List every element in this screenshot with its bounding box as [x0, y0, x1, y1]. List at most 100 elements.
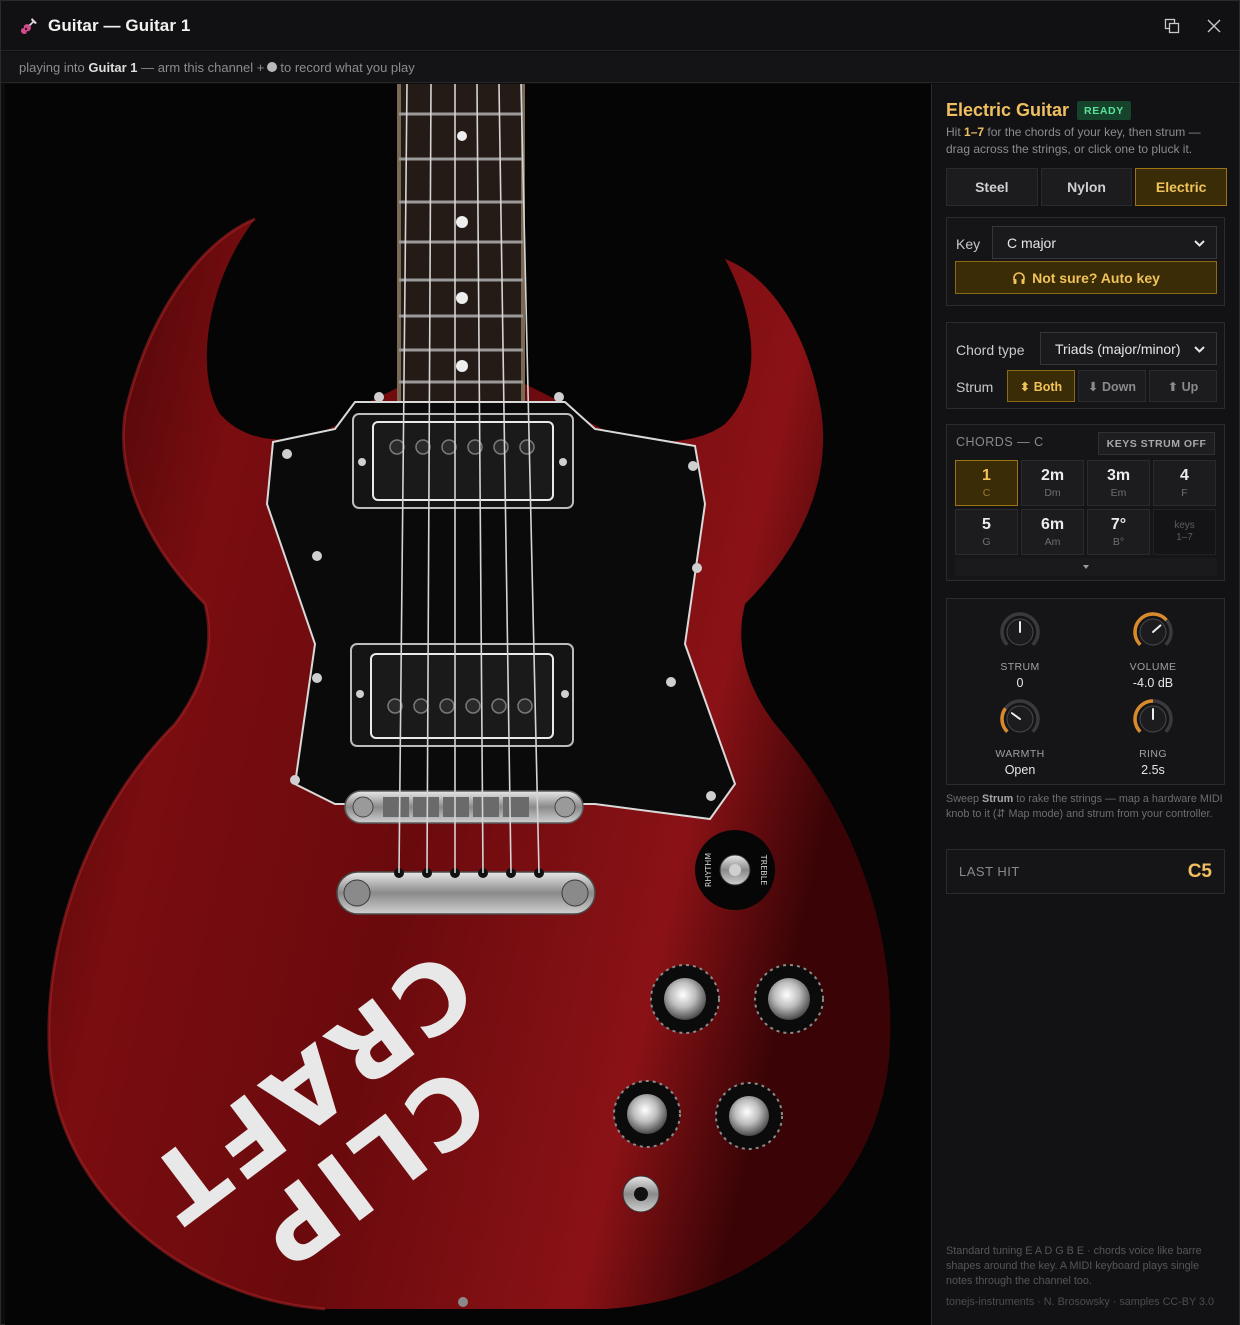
sweep-prefix: Sweep — [946, 793, 980, 805]
hint-suffix: to record what you play — [280, 59, 415, 75]
strum-knob[interactable] — [999, 611, 1041, 653]
chord-degree: 3m — [1106, 467, 1131, 484]
key-label: Key — [956, 236, 981, 252]
toggle-label-rhythm: RHYTHM — [704, 853, 713, 887]
chord-grid: 1C 2m Dm 3m Em 4F 5G 6m Am 7° B° keys 1–7 — [955, 460, 1217, 555]
chord-button-7[interactable]: 7° B° — [1087, 509, 1150, 555]
record-hint-bar: playing into Guitar 1 — arm this channel… — [1, 52, 1239, 83]
keys-hint: keys 1–7 — [1153, 509, 1216, 555]
caret-down-icon — [1083, 565, 1089, 569]
tab-steel[interactable]: Steel — [946, 168, 1038, 206]
tone-tabs: Steel Nylon Electric — [946, 168, 1228, 206]
chord-button-4[interactable]: 4F — [1153, 460, 1216, 506]
last-hit-label: LAST HIT — [959, 864, 1020, 879]
close-button[interactable] — [1203, 13, 1225, 39]
key-select[interactable]: C major — [992, 226, 1217, 259]
ring-knob[interactable] — [1132, 698, 1174, 740]
strum-knob-cell: STRUM 0 — [960, 611, 1080, 690]
popout-icon — [1164, 18, 1180, 34]
chord-type-label: Chord type — [956, 342, 1025, 358]
ring-knob-value: 2.5s — [1141, 763, 1165, 777]
help-prefix: Hit — [946, 125, 961, 139]
chord-degree: 6m — [1040, 516, 1065, 533]
instrument-panel: Electric Guitar READY Hit 1–7 for the ch… — [931, 84, 1239, 1325]
record-dot-icon — [267, 62, 278, 72]
ring-knob-label: RING — [1139, 748, 1167, 760]
chevron-down-icon — [1194, 240, 1205, 247]
strum-direction-group: ⬍ Both ⬇ Down ⬆ Up — [1007, 370, 1217, 402]
warmth-knob-label: WARMTH — [995, 748, 1045, 760]
tuning-note: Standard tuning E A D G B E · chords voi… — [946, 1245, 1202, 1287]
strum-up-button[interactable]: ⬆ Up — [1149, 370, 1217, 402]
volume-knob-neck[interactable] — [650, 964, 720, 1034]
auto-key-button[interactable]: Not sure? Auto key — [955, 261, 1217, 294]
stop-tailpiece — [336, 868, 596, 915]
neck-pickup — [352, 413, 574, 509]
chord-degree: 5 — [982, 516, 991, 533]
pickup-selector-switch[interactable]: RHYTHM TREBLE — [695, 830, 775, 910]
sweep-word: Strum — [982, 793, 1014, 805]
chord-button-5[interactable]: 5G — [955, 509, 1018, 555]
key-section: Key C major Not sure? Auto key — [946, 217, 1225, 306]
volume-knob-bridge[interactable] — [754, 964, 824, 1034]
last-hit-display: LAST HIT C5 — [946, 849, 1225, 894]
chord-name: B° — [1112, 536, 1125, 548]
title-actions — [1161, 13, 1225, 39]
guitar-stage[interactable]: RHYTHM TREBLE CLIP CRAFT — [5, 84, 931, 1325]
warmth-knob-value: Open — [1004, 763, 1036, 777]
chord-degree: 4 — [1180, 467, 1189, 484]
chord-degree: 2m — [1040, 467, 1065, 484]
tone-knob-neck[interactable] — [613, 1080, 681, 1148]
bridge-pickup — [350, 643, 574, 747]
chords-section: CHORDS — C KEYS STRUM OFF 1C 2m Dm 3m Em 4… — [946, 424, 1225, 581]
volume-knob-cell: VOLUME -4.0 dB — [1093, 611, 1213, 690]
key-select-value: C major — [1007, 234, 1057, 251]
chord-name: Dm — [1044, 487, 1061, 499]
chords-header: CHORDS — C — [956, 435, 1044, 449]
strum-both-button[interactable]: ⬍ Both — [1007, 370, 1075, 402]
help-keys: 1–7 — [964, 125, 985, 139]
volume-knob-value: -4.0 dB — [1132, 676, 1174, 690]
sample-credit: tonejs-instruments · N. Brosowsky · samp… — [946, 1296, 1215, 1308]
chord-button-3[interactable]: 3m Em — [1087, 460, 1150, 506]
ring-knob-cell: RING 2.5s — [1093, 698, 1213, 777]
title-bar: Guitar — Guitar 1 — [1, 1, 1239, 51]
chord-type-select[interactable]: Triads (major/minor) — [1040, 332, 1217, 365]
chord-name: Am — [1044, 536, 1061, 548]
chord-type-section: Chord type Triads (major/minor) Strum ⬍ … — [946, 322, 1225, 409]
strum-down-button[interactable]: ⬇ Down — [1078, 370, 1146, 402]
warmth-knob[interactable] — [999, 698, 1041, 740]
keys-strum-toggle[interactable]: KEYS STRUM OFF — [1098, 432, 1215, 455]
chord-button-1[interactable]: 1C — [955, 460, 1018, 506]
tone-knob-bridge[interactable] — [715, 1082, 783, 1150]
chord-name: C — [982, 487, 991, 499]
guitar-window: Guitar — Guitar 1 playing into Guitar 1 … — [0, 0, 1240, 1325]
tab-electric[interactable]: Electric — [1135, 168, 1228, 206]
auto-key-label: Not sure? Auto key — [1032, 269, 1160, 286]
help-suffix: for the chords of your key, then strum —… — [946, 125, 1201, 156]
toggle-label-treble: TREBLE — [759, 854, 768, 886]
sweep-note: Sweep Strum to rake the strings — map a … — [946, 792, 1226, 822]
tune-o-matic-bridge — [344, 790, 584, 824]
knob-level-arc — [1000, 707, 1009, 733]
keys-hint-line1: keys — [1174, 520, 1195, 531]
popout-button[interactable] — [1161, 13, 1183, 39]
chord-degree: 7° — [1110, 516, 1127, 533]
strum-knob-value: 0 — [1016, 676, 1024, 690]
tab-nylon[interactable]: Nylon — [1040, 168, 1133, 206]
chord-name: F — [1181, 487, 1188, 499]
guitar-illustration[interactable]: RHYTHM TREBLE CLIP CRAFT — [5, 84, 931, 1325]
headphones-icon — [1013, 271, 1025, 284]
chord-name: Em — [1110, 487, 1127, 499]
guitar-icon — [18, 15, 40, 37]
close-icon — [1207, 19, 1221, 33]
strum-knob-label: STRUM — [1000, 661, 1040, 673]
chords-expand-toggle[interactable] — [955, 558, 1217, 576]
chord-name: G — [982, 536, 991, 548]
chord-degree: 1 — [982, 467, 991, 484]
chord-button-2[interactable]: 2m Dm — [1021, 460, 1084, 506]
chord-button-6[interactable]: 6m Am — [1021, 509, 1084, 555]
instrument-help: Hit 1–7 for the chords of your key, then… — [946, 124, 1222, 158]
volume-knob[interactable] — [1132, 611, 1174, 653]
knobs-section: STRUM 0 VOLUME -4.0 dB WARMTH Open RING … — [946, 598, 1225, 785]
